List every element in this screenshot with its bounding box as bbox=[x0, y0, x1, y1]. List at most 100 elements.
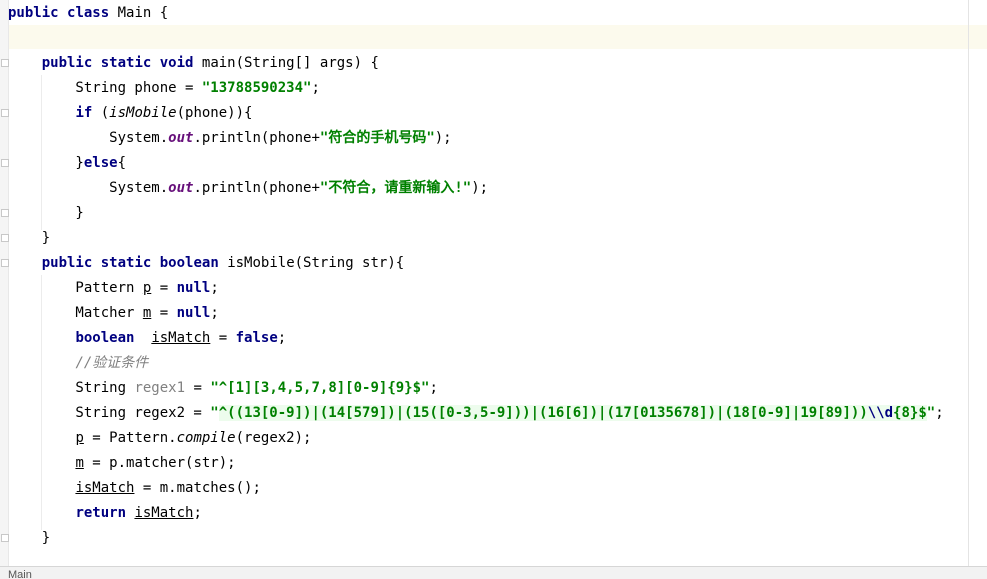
code-token: isMatch bbox=[134, 505, 194, 521]
code-token: String phone = bbox=[8, 80, 202, 96]
code-line[interactable]: Matcher m = null; bbox=[8, 301, 219, 326]
code-token: main(String[] args) { bbox=[193, 55, 379, 71]
breadcrumb-class[interactable]: Main bbox=[8, 568, 32, 579]
code-token: String regex2 = bbox=[8, 405, 211, 421]
code-token: "13788590234" bbox=[201, 80, 312, 96]
code-token: ; bbox=[277, 330, 287, 346]
code-line[interactable]: isMatch = m.matches(); bbox=[8, 476, 261, 501]
code-token: ; bbox=[429, 380, 438, 396]
code-token: (regex2); bbox=[235, 430, 312, 446]
code-line[interactable]: public class Main { bbox=[8, 1, 168, 26]
code-editor[interactable]: public class Main { public static void m… bbox=[0, 0, 987, 578]
code-token: ; bbox=[210, 280, 219, 296]
code-token: "^[1][3,4,5,7,8][0-9]{9}$" bbox=[210, 380, 430, 396]
code-token: if bbox=[75, 105, 93, 121]
code-token: = bbox=[185, 380, 211, 396]
code-token: " bbox=[210, 405, 219, 421]
code-token: void bbox=[159, 55, 194, 71]
code-line[interactable]: } bbox=[8, 201, 84, 226]
code-line[interactable]: p = Pattern.compile(regex2); bbox=[8, 426, 311, 451]
code-token: = bbox=[151, 280, 177, 296]
code-token: } bbox=[8, 205, 84, 221]
code-token: boolean bbox=[75, 330, 135, 346]
code-token: Pattern bbox=[8, 280, 143, 296]
code-token: isMatch bbox=[151, 330, 211, 346]
code-token: compile bbox=[176, 430, 236, 446]
code-line[interactable]: String regex1 = "^[1][3,4,5,7,8][0-9]{9}… bbox=[8, 376, 438, 401]
code-token: } bbox=[8, 530, 51, 546]
code-token: .println(phone+ bbox=[193, 180, 320, 196]
code-token: static bbox=[100, 255, 152, 271]
code-token: Matcher bbox=[8, 305, 143, 321]
code-line[interactable]: } bbox=[8, 226, 50, 251]
code-token: isMobile(String str){ bbox=[218, 255, 405, 271]
code-token: ); bbox=[434, 130, 452, 146]
code-token: = Pattern. bbox=[83, 430, 177, 446]
code-token: isMobile bbox=[109, 105, 177, 121]
code-token: = m.matches(); bbox=[134, 480, 261, 496]
code-token: .println(phone+ bbox=[193, 130, 320, 146]
code-token: return bbox=[75, 505, 127, 521]
code-token: { bbox=[117, 155, 127, 171]
breadcrumb-bar: Main bbox=[0, 566, 987, 579]
code-line[interactable]: String regex2 = "^((13[0-9])|(14[579])|(… bbox=[8, 401, 944, 426]
code-token: (phone)){ bbox=[176, 105, 253, 121]
code-line[interactable]: } bbox=[8, 526, 50, 551]
code-token: ^((13[0-9])|(14[579])|(15([0-3,5-9]))|(1… bbox=[218, 405, 868, 421]
code-token: class bbox=[67, 5, 110, 21]
code-token: m bbox=[75, 455, 84, 471]
code-token: ; bbox=[935, 405, 944, 421]
code-line[interactable]: String phone = "13788590234"; bbox=[8, 76, 320, 101]
code-line[interactable]: boolean isMatch = false; bbox=[8, 326, 286, 351]
code-token: "符合的手机号码" bbox=[319, 130, 435, 146]
code-token: = p.matcher(str); bbox=[83, 455, 236, 471]
code-token: = bbox=[151, 305, 177, 321]
right-margin-guide bbox=[968, 0, 969, 566]
code-token: public bbox=[8, 5, 59, 21]
code-token: "不符合，请重新输入!" bbox=[319, 180, 472, 196]
code-token: System. bbox=[8, 130, 169, 146]
code-token: public bbox=[41, 55, 93, 71]
code-token: null bbox=[176, 280, 211, 296]
code-line[interactable]: public static boolean isMobile(String st… bbox=[8, 251, 404, 276]
code-line[interactable]: }else{ bbox=[8, 151, 126, 176]
code-line[interactable]: System.out.println(phone+"符合的手机号码"); bbox=[8, 126, 452, 151]
code-line[interactable]: //验证条件 bbox=[8, 351, 148, 376]
code-token: " bbox=[926, 405, 936, 421]
code-token: ; bbox=[311, 80, 320, 96]
code-token: = bbox=[210, 330, 236, 346]
code-token: public bbox=[41, 255, 93, 271]
code-token: ; bbox=[193, 505, 202, 521]
code-token: Main { bbox=[109, 5, 169, 21]
code-token: \\d bbox=[867, 405, 894, 421]
code-line[interactable]: System.out.println(phone+"不符合，请重新输入!"); bbox=[8, 176, 488, 201]
code-token: } bbox=[8, 155, 84, 171]
code-token: out bbox=[168, 130, 194, 146]
code-token: null bbox=[176, 305, 211, 321]
code-token: System. bbox=[8, 180, 169, 196]
code-line[interactable]: return isMatch; bbox=[8, 501, 202, 526]
code-line[interactable]: public static void main(String[] args) { bbox=[8, 51, 379, 76]
code-token: } bbox=[8, 230, 51, 246]
code-token: p bbox=[75, 430, 84, 446]
code-token: ; bbox=[210, 305, 219, 321]
code-line[interactable]: m = p.matcher(str); bbox=[8, 451, 236, 476]
code-line[interactable]: Pattern p = null; bbox=[8, 276, 219, 301]
code-line[interactable]: if (isMobile(phone)){ bbox=[8, 101, 252, 126]
code-token: String bbox=[8, 380, 135, 396]
code-token: //验证条件 bbox=[75, 355, 149, 371]
